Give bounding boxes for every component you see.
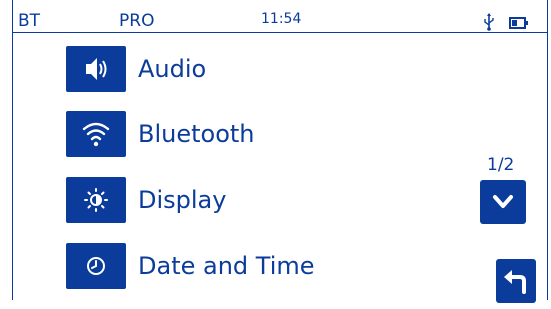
menu-item-date-and-time[interactable]: Date and Time [66,243,386,289]
brightness-icon [84,188,108,212]
page-indicator: 1/2 [487,155,515,175]
mode-label: PRO [119,11,155,31]
menu-icon-date-and-time [66,243,126,289]
menu-label-audio: Audio [138,55,207,83]
chevron-down-icon [493,195,513,208]
menu-icon-audio [66,46,126,92]
menu-item-display[interactable]: Display [66,177,386,223]
menu-item-audio[interactable]: Audio [66,46,386,92]
bluetooth-status-label: BT [18,11,41,31]
back-button[interactable] [496,259,536,303]
clock-time: 11:54 [261,11,302,27]
clock-icon [87,257,105,275]
status-bar: BT PRO 11:54 [12,0,548,33]
menu-icon-display [66,177,126,223]
battery-icon [509,17,528,29]
usb-icon [484,13,494,31]
menu-label-date-and-time: Date and Time [138,252,315,280]
page-down-button[interactable] [480,180,526,224]
speaker-icon [86,58,107,80]
wifi-signal-icon [82,122,110,147]
menu-label-display: Display [138,186,227,214]
menu-item-bluetooth[interactable]: Bluetooth [66,111,386,157]
back-arrow-icon [504,270,526,294]
menu-icon-bluetooth [66,111,126,157]
menu-label-bluetooth: Bluetooth [138,120,255,148]
